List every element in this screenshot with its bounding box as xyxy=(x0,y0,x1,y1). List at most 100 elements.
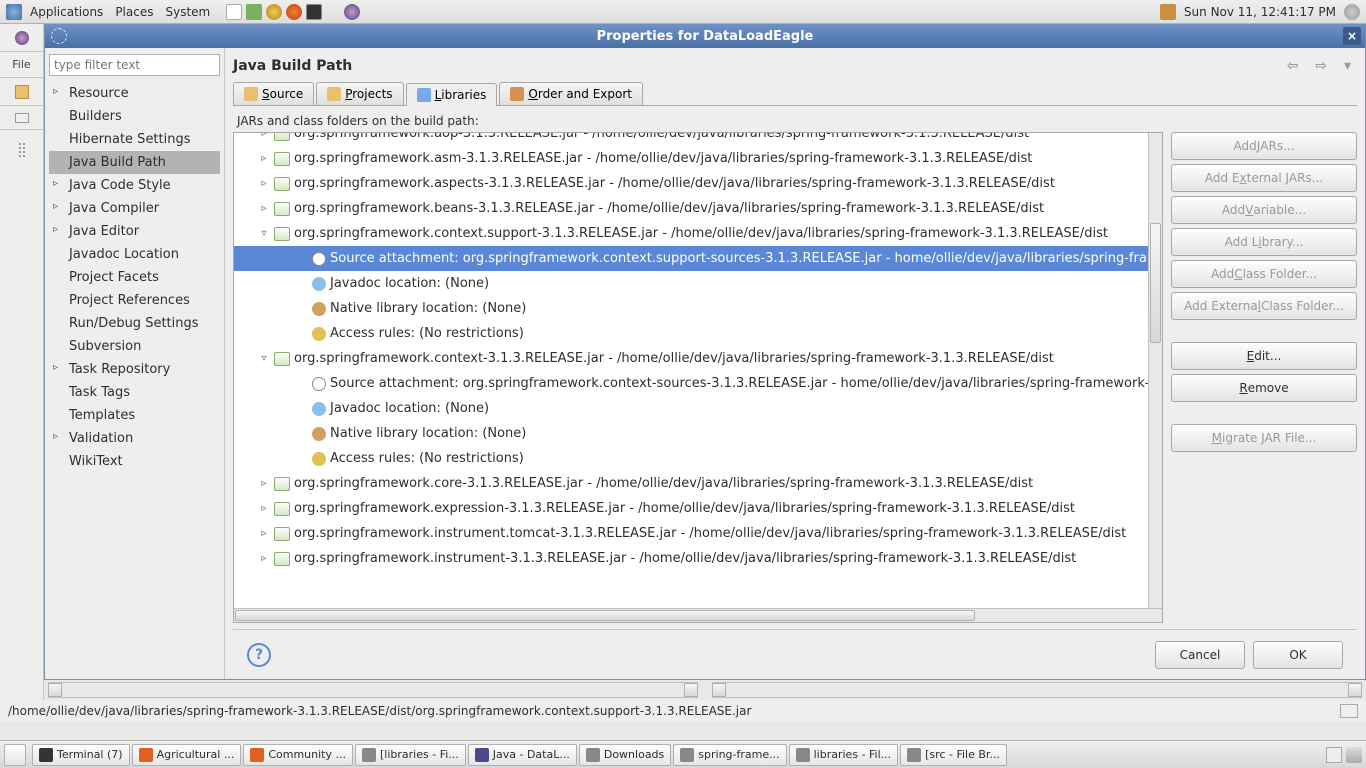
gedit-icon[interactable] xyxy=(226,4,242,20)
perspective-button[interactable] xyxy=(0,24,43,52)
clock[interactable]: Sun Nov 11, 12:41:17 PM xyxy=(1178,5,1342,19)
jar-entry[interactable]: ▹org.springframework.instrument-3.1.3.RE… xyxy=(234,546,1148,571)
tab-source[interactable]: Source xyxy=(233,82,314,105)
nav-item-java-editor[interactable]: Java Editor xyxy=(49,220,220,243)
firefox-icon[interactable] xyxy=(286,4,302,20)
nav-item-hibernate-settings[interactable]: Hibernate Settings xyxy=(49,128,220,151)
nav-item-run-debug-settings[interactable]: Run/Debug Settings xyxy=(49,312,220,335)
launcher-icon-2[interactable] xyxy=(266,4,282,20)
horizontal-scrollbar[interactable] xyxy=(234,608,1162,622)
add-jars-button[interactable]: Add JARs... xyxy=(1171,132,1357,160)
trash-icon[interactable] xyxy=(1346,747,1362,763)
tab-order-and-export[interactable]: Order and Export xyxy=(499,82,643,105)
nav-item-java-code-style[interactable]: Java Code Style xyxy=(49,174,220,197)
add-variable-button[interactable]: Add Variable... xyxy=(1171,196,1357,224)
jar-entry[interactable]: ▹org.springframework.core-3.1.3.RELEASE.… xyxy=(234,471,1148,496)
vertical-scrollbar[interactable] xyxy=(1148,133,1162,608)
edit-button[interactable]: Edit... xyxy=(1171,342,1357,370)
jar-entry[interactable]: ▿org.springframework.context.support-3.1… xyxy=(234,221,1148,246)
task--src-file-br-[interactable]: [src - File Br... xyxy=(900,744,1007,766)
task--libraries-fi-[interactable]: [libraries - Fi... xyxy=(355,744,466,766)
close-button[interactable]: × xyxy=(1343,27,1361,45)
nav-item-project-facets[interactable]: Project Facets xyxy=(49,266,220,289)
eclipse-icon[interactable] xyxy=(344,4,360,20)
libraries-tree[interactable]: ▹org.springframework.aop-3.1.3.RELEASE.j… xyxy=(233,132,1163,623)
nav-item-wikitext[interactable]: WikiText xyxy=(49,450,220,473)
expander-icon[interactable]: ▹ xyxy=(258,153,270,164)
jar-attribute[interactable]: Access rules: (No restrictions) xyxy=(234,321,1148,346)
task-libraries-fil-[interactable]: libraries - Fil... xyxy=(789,744,899,766)
nav-item-resource[interactable]: Resource xyxy=(49,82,220,105)
dialog-titlebar[interactable]: Properties for DataLoadEagle × xyxy=(45,24,1365,48)
system-menu[interactable]: System xyxy=(159,5,216,19)
cancel-button[interactable]: Cancel xyxy=(1155,641,1245,669)
task-agricultural-[interactable]: Agricultural ... xyxy=(132,744,242,766)
jar-entry[interactable]: ▹org.springframework.asm-3.1.3.RELEASE.j… xyxy=(234,146,1148,171)
nav-item-templates[interactable]: Templates xyxy=(49,404,220,427)
places-menu[interactable]: Places xyxy=(109,5,159,19)
task-spring-frame-[interactable]: spring-frame... xyxy=(673,744,786,766)
expander-icon[interactable]: ▹ xyxy=(258,478,270,489)
add-class-folder-button[interactable]: Add Class Folder... xyxy=(1171,260,1357,288)
add-external-jars-button[interactable]: Add External JARs... xyxy=(1171,164,1357,192)
add-external-class-folder-button[interactable]: Add External Class Folder... xyxy=(1171,292,1357,320)
show-desktop-button[interactable] xyxy=(4,744,26,766)
toolbar-btn-2[interactable] xyxy=(0,106,43,130)
nav-item-java-compiler[interactable]: Java Compiler xyxy=(49,197,220,220)
tab-projects[interactable]: Projects xyxy=(316,82,403,105)
trim-widget[interactable] xyxy=(1340,704,1358,718)
jar-entry[interactable]: ▹org.springframework.expression-3.1.3.RE… xyxy=(234,496,1148,521)
jar-entry[interactable]: ▹org.springframework.aspects-3.1.3.RELEA… xyxy=(234,171,1148,196)
nav-history-arrows[interactable]: ⇦ ⇨ ▾ xyxy=(1287,58,1357,74)
file-menu[interactable]: File xyxy=(0,52,43,78)
toolbar-btn-1[interactable] xyxy=(0,78,43,106)
task-terminal-7-[interactable]: Terminal (7) xyxy=(32,744,130,766)
expander-icon[interactable]: ▹ xyxy=(258,528,270,539)
expander-icon[interactable]: ▹ xyxy=(258,553,270,564)
tab-libraries[interactable]: Libraries xyxy=(406,83,498,106)
jar-entry[interactable]: ▿org.springframework.context-3.1.3.RELEA… xyxy=(234,346,1148,371)
package-icon[interactable] xyxy=(1160,4,1176,20)
expander-icon[interactable]: ▹ xyxy=(258,203,270,214)
jar-entry[interactable]: ▹org.springframework.beans-3.1.3.RELEASE… xyxy=(234,196,1148,221)
jar-entry[interactable]: ▹org.springframework.instrument.tomcat-3… xyxy=(234,521,1148,546)
scrollbar-left[interactable] xyxy=(48,682,698,698)
ok-button[interactable]: OK xyxy=(1253,641,1343,669)
help-button[interactable]: ? xyxy=(247,643,271,667)
removebutton[interactable]: Remove xyxy=(1171,374,1357,402)
add-library-button[interactable]: Add Library... xyxy=(1171,228,1357,256)
nav-item-validation[interactable]: Validation xyxy=(49,427,220,450)
nav-item-task-tags[interactable]: Task Tags xyxy=(49,381,220,404)
nav-item-builders[interactable]: Builders xyxy=(49,105,220,128)
filter-input[interactable] xyxy=(49,54,220,76)
task-community-[interactable]: Community ... xyxy=(243,744,353,766)
jar-attribute[interactable]: Native library location: (None) xyxy=(234,421,1148,446)
jar-entry[interactable]: ▹org.springframework.aop-3.1.3.RELEASE.j… xyxy=(234,133,1148,146)
expander-icon[interactable]: ▿ xyxy=(258,228,270,239)
jar-attribute[interactable]: Javadoc location: (None) xyxy=(234,396,1148,421)
nav-item-project-references[interactable]: Project References xyxy=(49,289,220,312)
scrollbar-right[interactable] xyxy=(712,682,1362,698)
toolbar-handle[interactable] xyxy=(0,140,43,160)
migrate-jar-file-button[interactable]: Migrate JAR File... xyxy=(1171,424,1357,452)
jar-attribute[interactable]: Javadoc location: (None) xyxy=(234,271,1148,296)
expander-icon[interactable]: ▹ xyxy=(258,178,270,189)
nav-item-task-repository[interactable]: Task Repository xyxy=(49,358,220,381)
nav-item-subversion[interactable]: Subversion xyxy=(49,335,220,358)
volume-icon[interactable] xyxy=(1344,4,1360,20)
jar-attribute[interactable]: Native library location: (None) xyxy=(234,296,1148,321)
workspace-switcher[interactable] xyxy=(1326,747,1342,763)
task-java-datal-[interactable]: Java - DataL... xyxy=(468,744,577,766)
launcher-icon-1[interactable] xyxy=(246,4,262,20)
jar-attribute[interactable]: Access rules: (No restrictions) xyxy=(234,446,1148,471)
nav-item-java-build-path[interactable]: Java Build Path xyxy=(49,151,220,174)
jar-attribute[interactable]: Source attachment: org.springframework.c… xyxy=(234,371,1148,396)
applications-menu[interactable]: Applications xyxy=(24,5,109,19)
task-downloads[interactable]: Downloads xyxy=(579,744,671,766)
expander-icon[interactable]: ▹ xyxy=(258,133,270,139)
expander-icon[interactable]: ▹ xyxy=(258,503,270,514)
terminal-icon[interactable] xyxy=(306,4,322,20)
nav-item-javadoc-location[interactable]: Javadoc Location xyxy=(49,243,220,266)
jar-attribute[interactable]: Source attachment: org.springframework.c… xyxy=(234,246,1148,271)
expander-icon[interactable]: ▿ xyxy=(258,353,270,364)
